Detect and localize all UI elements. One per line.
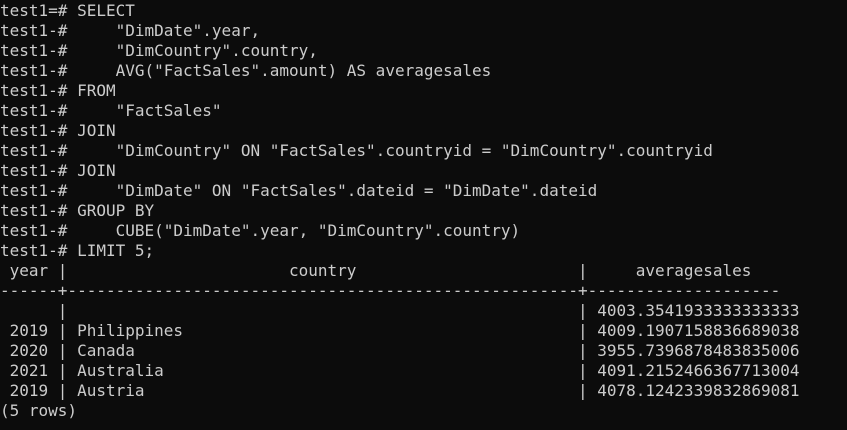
sql-text: "DimDate".year,: [77, 21, 261, 40]
sql-text: FROM: [77, 81, 116, 100]
prompt: test1-#: [0, 101, 78, 120]
sql-text: LIMIT 5;: [77, 241, 155, 260]
sql-text: SELECT: [77, 1, 135, 20]
query-line: test1-# JOIN: [0, 121, 847, 141]
query-line: test1-# AVG("FactSales".amount) AS avera…: [0, 61, 847, 81]
prompt: test1-#: [0, 181, 78, 200]
sql-text: AVG("FactSales".amount) AS averagesales: [77, 61, 492, 80]
prompt: test1-#: [0, 81, 78, 100]
result-header: year | country | averagesales: [0, 261, 752, 280]
query-line: test1-# JOIN: [0, 161, 847, 181]
sql-text: "FactSales": [77, 101, 222, 120]
prompt: test1-#: [0, 161, 78, 180]
prompt: test1-#: [0, 21, 78, 40]
prompt: test1-#: [0, 121, 78, 140]
query-line: test1-# CUBE("DimDate".year, "DimCountry…: [0, 221, 847, 241]
query-line: test1-# LIMIT 5;: [0, 241, 847, 261]
sql-text: GROUP BY: [77, 201, 155, 220]
sql-text: JOIN: [77, 121, 116, 140]
table-row: 2020 | Canada | 3955.7396878483835006: [0, 341, 800, 360]
prompt: test1-#: [0, 41, 78, 60]
prompt: test1-#: [0, 61, 78, 80]
table-row: 2021 | Australia | 4091.2152466367713004: [0, 361, 800, 380]
query-line: test1-# "DimDate".year,: [0, 21, 847, 41]
sql-text: "DimDate" ON "FactSales".dateid = "DimDa…: [77, 181, 598, 200]
prompt: test1-#: [0, 201, 78, 220]
result-separator: ------+---------------------------------…: [0, 281, 781, 300]
terminal-window[interactable]: test1=# SELECT test1-# "DimDate".year, t…: [0, 0, 847, 430]
prompt: test1-#: [0, 221, 78, 240]
prompt: test1=#: [0, 1, 78, 20]
query-line: test1-# "FactSales": [0, 101, 847, 121]
query-line: test1-# "DimCountry" ON "FactSales".coun…: [0, 141, 847, 161]
prompt: test1-#: [0, 241, 78, 260]
row-count: (5 rows): [0, 401, 78, 420]
query-line: test1-# "DimDate" ON "FactSales".dateid …: [0, 181, 847, 201]
table-row: 2019 | Philippines | 4009.19071588366890…: [0, 321, 800, 340]
query-line: test1-# "DimCountry".country,: [0, 41, 847, 61]
prompt: test1-#: [0, 141, 78, 160]
sql-text: "DimCountry" ON "FactSales".countryid = …: [77, 141, 713, 160]
sql-text: CUBE("DimDate".year, "DimCountry".countr…: [77, 221, 521, 240]
sql-text: JOIN: [77, 161, 116, 180]
query-line: test1-# FROM: [0, 81, 847, 101]
table-row: 2019 | Austria | 4078.1242339832869081: [0, 381, 800, 400]
query-line: test1=# SELECT: [0, 1, 847, 21]
query-line: test1-# GROUP BY: [0, 201, 847, 221]
sql-text: "DimCountry".country,: [77, 41, 318, 60]
table-row: | | 4003.3541933333333333: [0, 301, 800, 320]
